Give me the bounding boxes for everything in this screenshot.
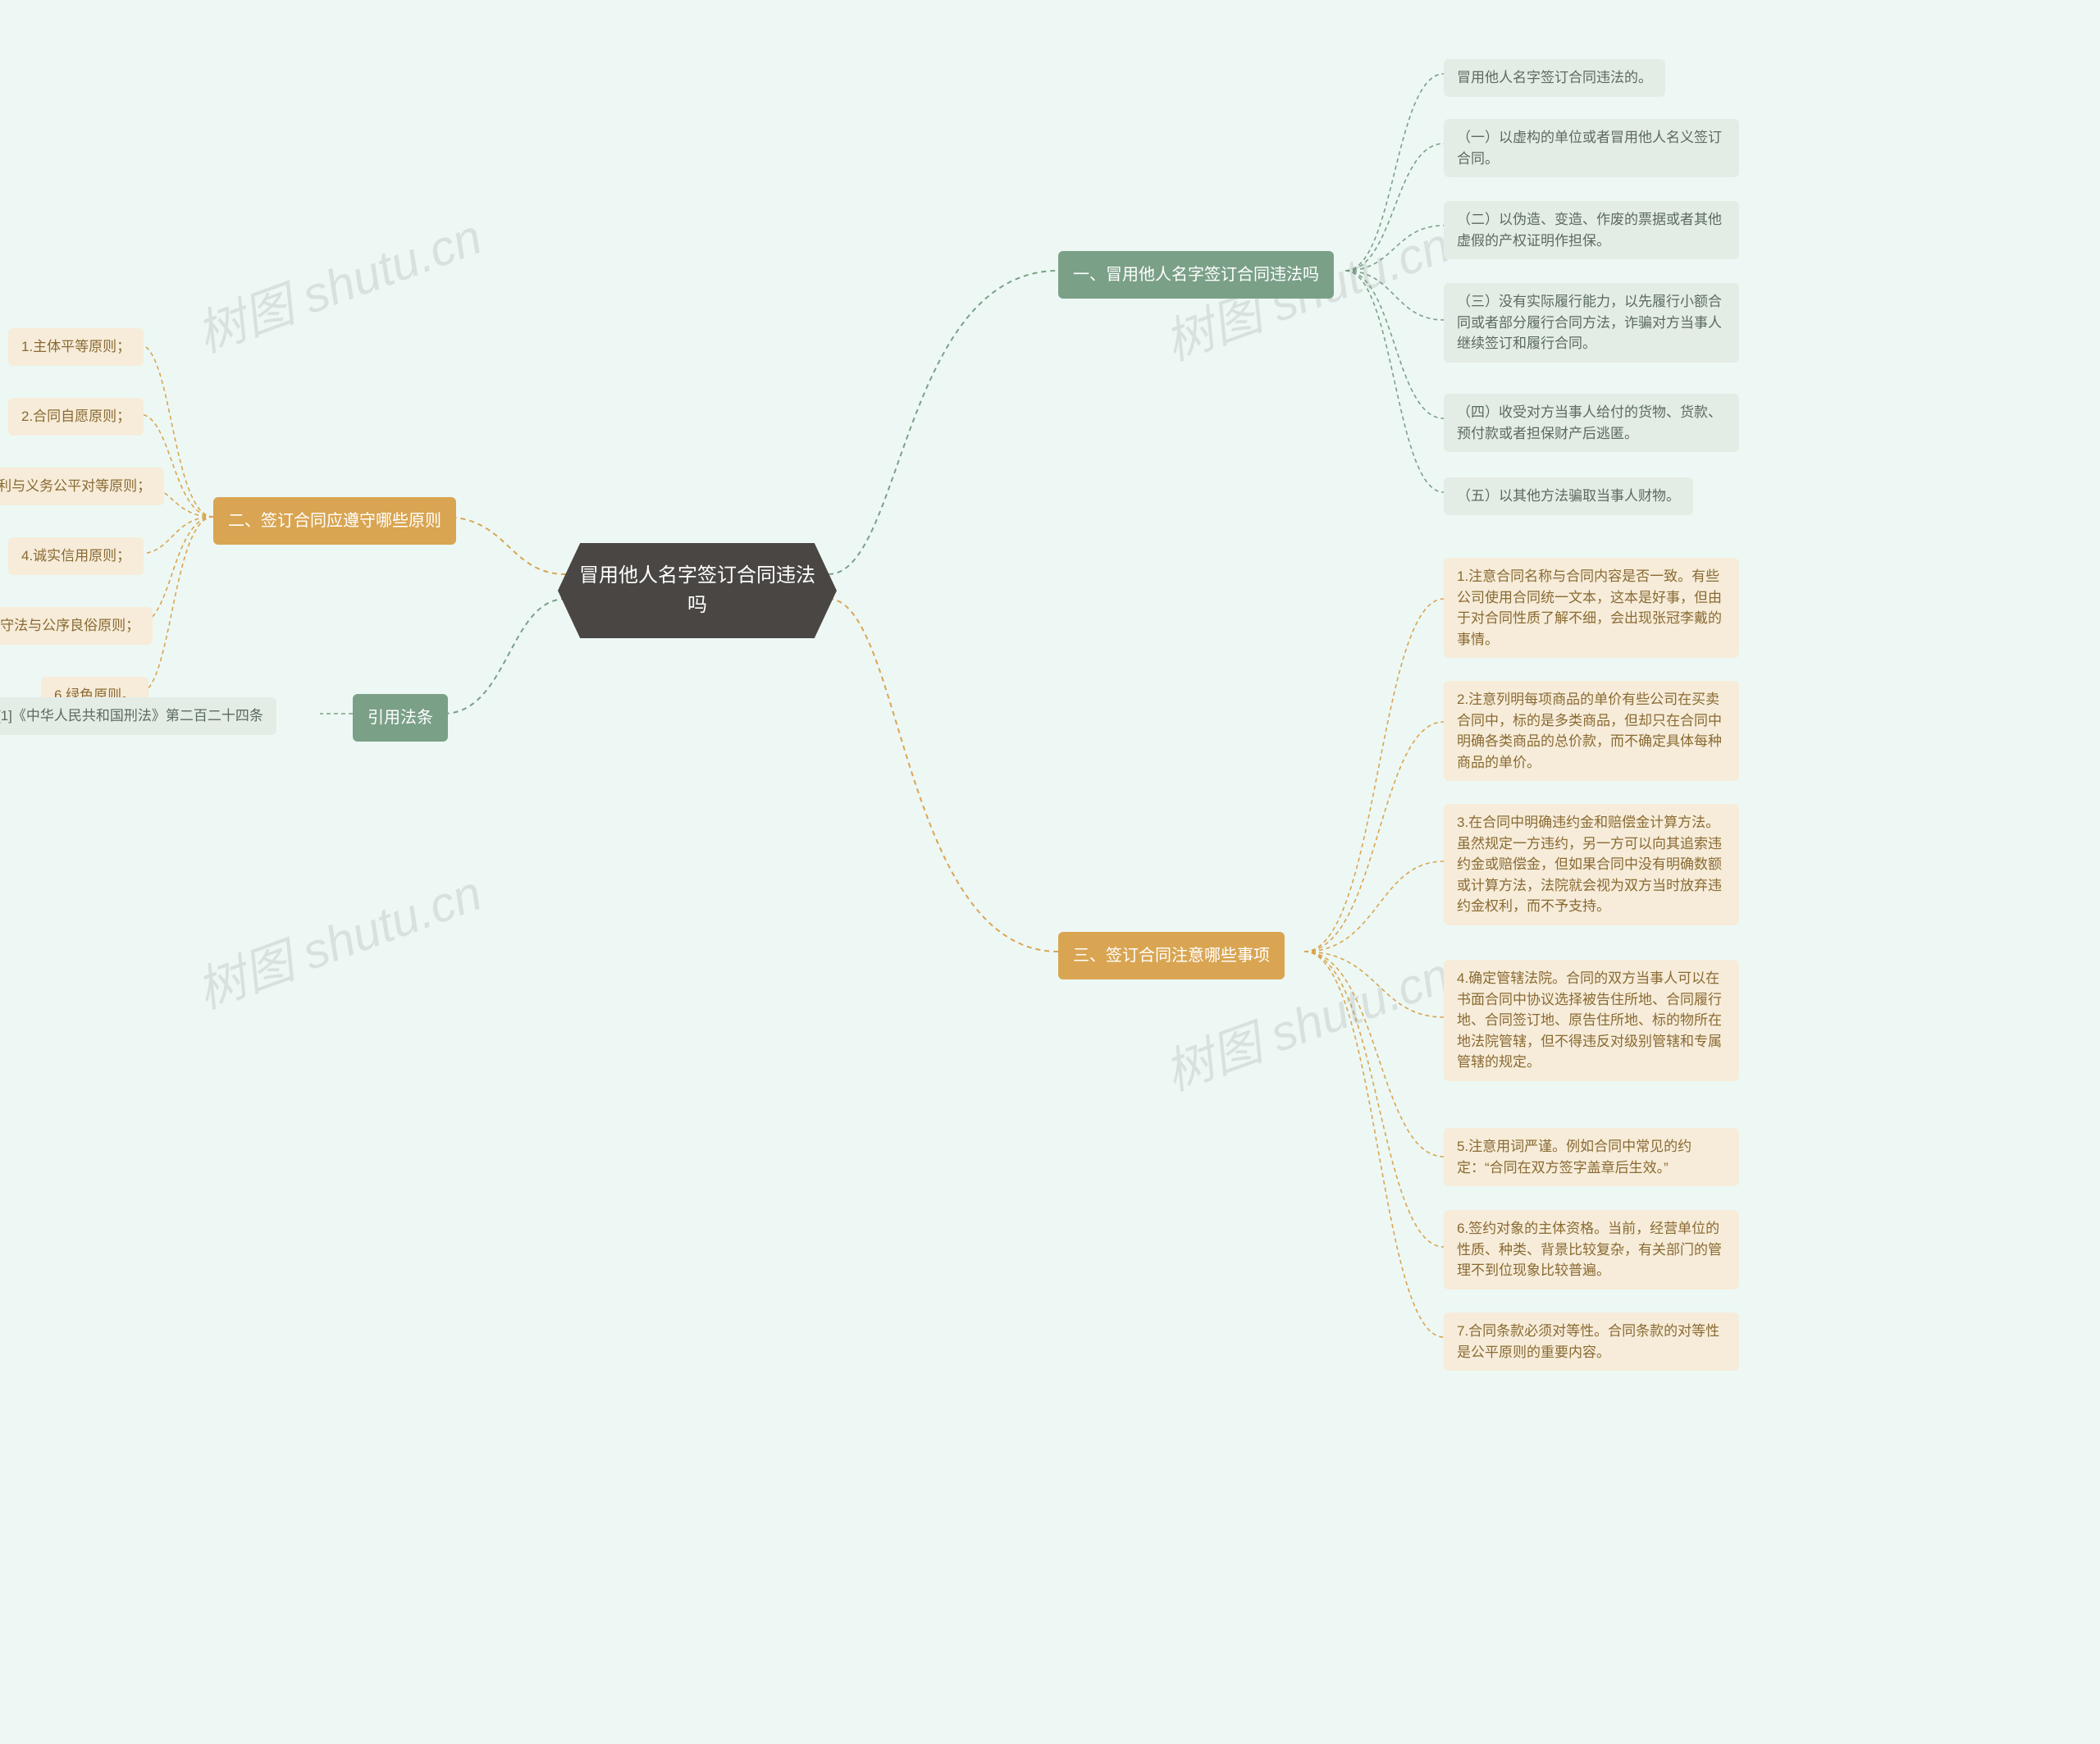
leaf-1-5[interactable]: （五）以其他方法骗取当事人财物。	[1444, 477, 1693, 515]
branch-2[interactable]: 二、签订合同应遵守哪些原则	[213, 497, 456, 545]
watermark: 树图 shutu.cn	[185, 853, 490, 1022]
leaf-1-0[interactable]: 冒用他人名字签订合同违法的。	[1444, 59, 1665, 97]
leaf-1-3[interactable]: （三）没有实际履行能力，以先履行小额合同或者部分履行合同方法，诈骗对方当事人继续…	[1444, 283, 1739, 363]
leaf-3-5[interactable]: 6.签约对象的主体资格。当前，经营单位的性质、种类、背景比较复杂，有关部门的管理…	[1444, 1210, 1739, 1290]
leaf-2-4[interactable]: 5.守法与公序良俗原则；	[0, 607, 153, 645]
leaf-3-0[interactable]: 1.注意合同名称与合同内容是否一致。有些公司使用合同统一文本，这本是好事，但由于…	[1444, 558, 1739, 658]
branch-1[interactable]: 一、冒用他人名字签订合同违法吗	[1058, 251, 1334, 299]
leaf-4-0[interactable]: [1]《中华人民共和国刑法》第二百二十四条	[0, 697, 276, 735]
leaf-3-3[interactable]: 4.确定管辖法院。合同的双方当事人可以在书面合同中协议选择被告住所地、合同履行地…	[1444, 960, 1739, 1081]
leaf-3-1[interactable]: 2.注意列明每项商品的单价有些公司在买卖合同中，标的是多类商品，但却只在合同中明…	[1444, 681, 1739, 781]
branch-3[interactable]: 三、签订合同注意哪些事项	[1058, 932, 1285, 979]
watermark: 树图 shutu.cn	[185, 197, 490, 366]
leaf-2-0[interactable]: 1.主体平等原则；	[8, 328, 144, 366]
root-node[interactable]: 冒用他人名字签订合同违法吗	[558, 543, 837, 638]
leaf-3-4[interactable]: 5.注意用词严谨。例如合同中常见的约定：“合同在双方签字盖章后生效。”	[1444, 1128, 1739, 1186]
leaf-3-6[interactable]: 7.合同条款必须对等性。合同条款的对等性是公平原则的重要内容。	[1444, 1313, 1739, 1371]
connectors	[0, 0, 2100, 1744]
leaf-2-3[interactable]: 4.诚实信用原则；	[8, 537, 144, 575]
branch-4[interactable]: 引用法条	[353, 694, 448, 742]
leaf-1-2[interactable]: （二）以伪造、变造、作废的票据或者其他虚假的产权证明作担保。	[1444, 201, 1739, 259]
leaf-1-1[interactable]: （一）以虚构的单位或者冒用他人名义签订合同。	[1444, 119, 1739, 177]
leaf-1-4[interactable]: （四）收受对方当事人给付的货物、货款、预付款或者担保财产后逃匿。	[1444, 394, 1739, 452]
leaf-2-1[interactable]: 2.合同自愿原则；	[8, 398, 144, 436]
leaf-3-2[interactable]: 3.在合同中明确违约金和赔偿金计算方法。虽然规定一方违约，另一方可以向其追索违约…	[1444, 804, 1739, 925]
leaf-2-2[interactable]: 3.权利与义务公平对等原则；	[0, 468, 164, 505]
